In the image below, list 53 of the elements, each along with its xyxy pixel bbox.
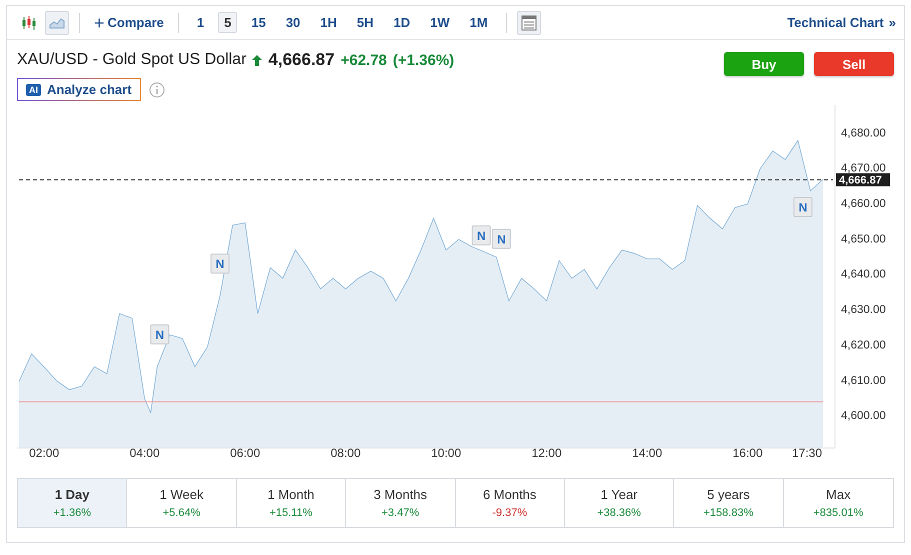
- x-axis-label: 16:00: [732, 446, 763, 460]
- x-axis-label: 17:30: [792, 446, 822, 460]
- interval-tab[interactable]: 5: [218, 12, 238, 33]
- news-marker[interactable]: N: [492, 228, 511, 249]
- interval-tab[interactable]: 1D: [388, 12, 416, 33]
- y-axis-label: 4,630.00: [841, 304, 886, 316]
- x-axis-label: 10:00: [431, 446, 462, 460]
- area-chart-icon: [49, 16, 65, 30]
- price-change: +62.78: [340, 52, 387, 68]
- sell-button[interactable]: Sell: [814, 52, 894, 76]
- y-axis-label: 4,610.00: [841, 374, 886, 387]
- x-axis-label: 02:00: [29, 446, 60, 460]
- interval-tab[interactable]: 5H: [350, 12, 380, 33]
- y-axis-label: 4,620.00: [841, 339, 886, 352]
- last-price: 4,666.87: [268, 50, 335, 70]
- instrument-title: XAU/USD - Gold Spot US Dollar: [17, 51, 246, 69]
- analyze-chart-button[interactable]: AI Analyze chart: [17, 78, 141, 101]
- interval-tab[interactable]: 1: [190, 12, 210, 33]
- layout-icon[interactable]: [516, 10, 541, 34]
- ref-line-label: 4,666.87: [839, 174, 882, 187]
- news-marker[interactable]: N: [472, 225, 491, 246]
- annotation: N: [216, 257, 224, 272]
- y-axis-label: 4,670.00: [841, 162, 886, 175]
- interval-tab[interactable]: 15: [245, 12, 272, 33]
- y-axis-label: 4,650.00: [841, 233, 886, 246]
- technical-chart-link[interactable]: Technical Chart »: [787, 15, 896, 30]
- period-tab[interactable]: 1 Day +1.36%: [18, 479, 128, 527]
- chart-type-toggle[interactable]: [45, 10, 69, 34]
- annotation: N: [476, 228, 486, 243]
- y-axis-label: 4,660.00: [841, 198, 886, 210]
- compare-button[interactable]: + Compare: [90, 14, 168, 32]
- news-marker[interactable]: N: [210, 254, 230, 274]
- annotation: N: [497, 232, 506, 246]
- news-marker[interactable]: N: [793, 197, 812, 218]
- y-axis-label: 4,640.00: [841, 268, 886, 281]
- info-icon[interactable]: [148, 82, 165, 98]
- x-axis-label: 14:00: [632, 446, 662, 460]
- percent-change: (+1.36%): [392, 52, 454, 68]
- annotation: N: [798, 200, 808, 215]
- candlestick-icon: [21, 14, 37, 30]
- news-marker[interactable]: N: [150, 324, 170, 344]
- y-axis-label: 4,680.00: [841, 127, 886, 140]
- up-arrow-icon: [252, 54, 262, 66]
- x-axis-label: 08:00: [330, 446, 361, 460]
- interval-tab[interactable]: 30: [280, 12, 306, 33]
- y-axis-label: 4,600.00: [841, 410, 886, 422]
- interval-tab[interactable]: 1M: [464, 12, 494, 33]
- x-axis-label: 04:00: [130, 446, 160, 460]
- x-axis-label: 12:00: [532, 446, 562, 460]
- interval-tab[interactable]: 1W: [424, 12, 456, 33]
- x-axis-label: 06:00: [230, 446, 260, 460]
- interval-tab[interactable]: 1H: [314, 12, 343, 33]
- annotation: N: [155, 328, 164, 342]
